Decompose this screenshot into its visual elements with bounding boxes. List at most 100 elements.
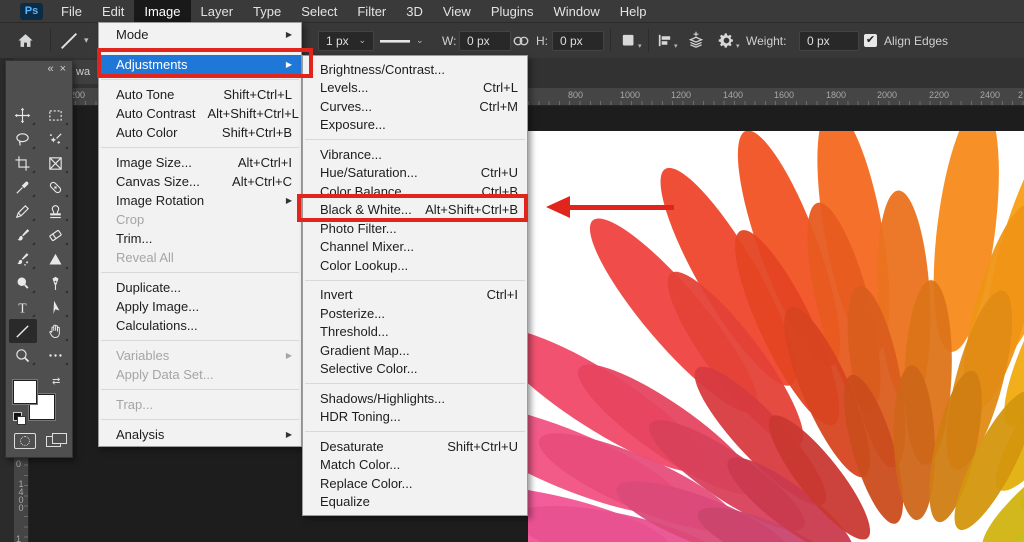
menu-separator <box>99 142 301 153</box>
menubar-item-help[interactable]: Help <box>610 0 657 22</box>
stroke-width-dropdown[interactable]: 1 px ⌄ <box>318 23 374 58</box>
link-dimensions-icon[interactable] <box>512 23 530 58</box>
healing-brush-tool[interactable] <box>42 175 70 199</box>
menubar-item-layer[interactable]: Layer <box>191 0 244 22</box>
ruler-label: 2000 <box>877 90 897 100</box>
menu-item-channel-mixer[interactable]: Channel Mixer... <box>303 238 527 257</box>
menu-item-duplicate[interactable]: Duplicate... <box>99 278 301 297</box>
menu-item-threshold[interactable]: Threshold... <box>303 323 527 342</box>
menu-item-hue-saturation[interactable]: Hue/Saturation...Ctrl+U <box>303 164 527 183</box>
menu-item-vibrance[interactable]: Vibrance... <box>303 145 527 164</box>
magic-wand-tool[interactable] <box>42 127 70 151</box>
menu-item-selective-color[interactable]: Selective Color... <box>303 360 527 379</box>
screen-mode-button[interactable] <box>46 433 68 447</box>
swap-colors-icon[interactable]: ⇄ <box>52 376 60 387</box>
adjustments-submenu: Brightness/Contrast...Levels...Ctrl+LCur… <box>302 55 528 516</box>
flower-photo <box>528 131 1024 542</box>
document-tab-label: wa <box>76 66 90 78</box>
menu-item-canvas-size[interactable]: Canvas Size...Alt+Ctrl+C <box>99 172 301 191</box>
menu-item-curves[interactable]: Curves...Ctrl+M <box>303 97 527 116</box>
width-field[interactable]: 0 px <box>459 23 511 58</box>
menu-item-image-rotation[interactable]: Image Rotation▶ <box>99 191 301 210</box>
zoom-tool[interactable] <box>9 343 37 367</box>
menu-item-image-size[interactable]: Image Size...Alt+Ctrl+I <box>99 153 301 172</box>
menubar-item-select[interactable]: Select <box>291 0 347 22</box>
menubar-item-image[interactable]: Image <box>134 0 190 22</box>
menu-item-brightness-contrast[interactable]: Brightness/Contrast... <box>303 60 527 79</box>
pencil-tool[interactable] <box>9 199 37 223</box>
eraser-tool[interactable] <box>42 223 70 247</box>
slice-tool[interactable] <box>42 151 70 175</box>
line-tool[interactable] <box>9 319 37 343</box>
gear-icon[interactable]: ▾ <box>718 23 740 58</box>
ruler-label: 1200 <box>671 90 691 100</box>
menu-item-crop: Crop <box>99 210 301 229</box>
menu-item-invert[interactable]: InvertCtrl+I <box>303 286 527 305</box>
history-brush-tool[interactable] <box>9 223 37 247</box>
menu-item-auto-contrast[interactable]: Auto ContrastAlt+Shift+Ctrl+L <box>99 104 301 123</box>
mixer-brush-tool[interactable] <box>9 247 37 271</box>
default-colors-icon[interactable] <box>13 412 24 423</box>
menubar-item-plugins[interactable]: Plugins <box>481 0 544 22</box>
path-arrangement-icon[interactable] <box>686 23 706 58</box>
menubar-item-filter[interactable]: Filter <box>347 0 396 22</box>
weight-field[interactable]: 0 px <box>799 23 859 58</box>
menu-item-equalize[interactable]: Equalize <box>303 493 527 512</box>
path-select-tool[interactable] <box>42 295 70 319</box>
menu-item-posterize[interactable]: Posterize... <box>303 304 527 323</box>
menubar-item-type[interactable]: Type <box>243 0 291 22</box>
polygon-tool[interactable] <box>42 247 70 271</box>
stroke-style-dropdown[interactable]: ⌄ <box>380 23 424 58</box>
annotation-box-adjustments <box>97 48 313 78</box>
lasso-tool[interactable] <box>9 127 37 151</box>
menu-item-shadows-highlights[interactable]: Shadows/Highlights... <box>303 389 527 408</box>
photoshop-logo[interactable]: Ps <box>20 3 43 20</box>
menu-item-mode[interactable]: Mode▶ <box>99 25 301 44</box>
quick-mask-button[interactable] <box>14 433 36 449</box>
menu-item-calculations[interactable]: Calculations... <box>99 316 301 335</box>
rect-marquee-tool[interactable] <box>42 103 70 127</box>
menu-item-gradient-map[interactable]: Gradient Map... <box>303 341 527 360</box>
menu-item-desaturate[interactable]: DesaturateShift+Ctrl+U <box>303 437 527 456</box>
menu-item-auto-tone[interactable]: Auto ToneShift+Ctrl+L <box>99 85 301 104</box>
menu-item-replace-color[interactable]: Replace Color... <box>303 474 527 493</box>
more-tools[interactable] <box>42 343 70 367</box>
ruler-label: 2 <box>1018 90 1023 100</box>
menu-separator <box>303 378 527 389</box>
menu-item-color-lookup[interactable]: Color Lookup... <box>303 256 527 275</box>
menu-item-match-color[interactable]: Match Color... <box>303 456 527 475</box>
home-icon[interactable] <box>16 23 35 58</box>
align-edges-checkbox[interactable]: ✔ <box>864 23 877 58</box>
menu-item-auto-color[interactable]: Auto ColorShift+Ctrl+B <box>99 123 301 142</box>
menubar-item-view[interactable]: View <box>433 0 481 22</box>
svg-text:T: T <box>18 300 26 315</box>
path-alignment-icon[interactable]: ▾ <box>656 23 678 58</box>
menu-item-levels[interactable]: Levels...Ctrl+L <box>303 79 527 98</box>
type-tool[interactable]: T <box>9 295 37 319</box>
clone-stamp-tool[interactable] <box>42 199 70 223</box>
menubar-item-file[interactable]: File <box>51 0 92 22</box>
crop-tool[interactable] <box>9 151 37 175</box>
hand-tool[interactable] <box>42 319 70 343</box>
pencil-tool-icon <box>14 203 31 220</box>
menu-item-trim[interactable]: Trim... <box>99 229 301 248</box>
menubar-item-3d[interactable]: 3D <box>396 0 433 22</box>
menu-item-apply-image[interactable]: Apply Image... <box>99 297 301 316</box>
menu-item-analysis[interactable]: Analysis▶ <box>99 425 301 444</box>
close-panel-button[interactable]: × <box>60 64 66 74</box>
move-tool[interactable] <box>9 103 37 127</box>
line-tool-preview-icon[interactable]: ▾ <box>58 23 89 58</box>
collapse-panel-button[interactable]: « <box>47 64 53 74</box>
foreground-color-swatch[interactable] <box>13 380 37 404</box>
path-operations-icon[interactable]: ▾ <box>620 23 642 58</box>
menu-item-reveal-all: Reveal All <box>99 248 301 267</box>
menu-item-exposure[interactable]: Exposure... <box>303 116 527 135</box>
height-field[interactable]: 0 px <box>552 23 604 58</box>
align-edges-label: Align Edges <box>884 23 948 58</box>
menubar-item-window[interactable]: Window <box>543 0 609 22</box>
menubar-item-edit[interactable]: Edit <box>92 0 134 22</box>
menu-item-hdr-toning[interactable]: HDR Toning... <box>303 408 527 427</box>
eyedropper-tool[interactable] <box>9 175 37 199</box>
pen-tool[interactable] <box>42 271 70 295</box>
dodge-tool[interactable] <box>9 271 37 295</box>
